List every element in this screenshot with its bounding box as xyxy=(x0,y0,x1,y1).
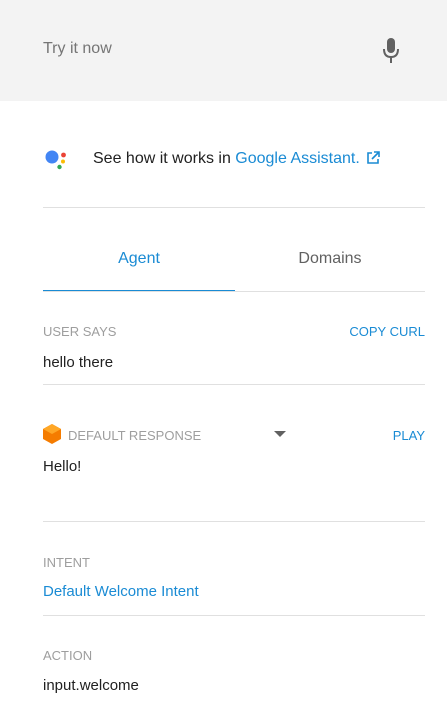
action-label: ACTION xyxy=(43,648,93,663)
tabs-divider xyxy=(43,291,425,292)
copy-curl-button[interactable]: COPY CURL xyxy=(349,324,425,339)
divider xyxy=(43,207,425,208)
action-value: input.welcome xyxy=(43,677,139,694)
tab-agent[interactable]: Agent xyxy=(43,250,235,268)
divider xyxy=(43,521,425,522)
response-cube-icon xyxy=(43,424,61,444)
chevron-down-icon[interactable] xyxy=(274,431,286,437)
assistant-promo: See how it works in Google Assistant. xyxy=(43,146,433,176)
divider xyxy=(43,384,425,385)
assistant-promo-prefix: See how it works in xyxy=(93,150,236,167)
google-assistant-logo-icon xyxy=(45,150,66,170)
default-response-label: DEFAULT RESPONSE xyxy=(68,428,202,443)
user-says-value: hello there xyxy=(43,354,114,371)
play-button[interactable]: PLAY xyxy=(393,428,425,443)
intent-link[interactable]: Default Welcome Intent xyxy=(43,583,199,600)
default-response-value: Hello! xyxy=(43,458,82,475)
try-it-now-input[interactable] xyxy=(43,40,343,58)
external-link-icon[interactable] xyxy=(366,151,380,165)
tab-domains[interactable]: Domains xyxy=(235,250,425,268)
google-assistant-link[interactable]: Google Assistant. xyxy=(235,150,360,167)
intent-label: INTENT xyxy=(43,555,90,570)
user-says-label: USER SAYS xyxy=(43,324,117,339)
try-it-now-bar xyxy=(0,0,447,101)
divider xyxy=(43,615,425,616)
mic-icon[interactable] xyxy=(383,38,399,64)
assistant-promo-text: See how it works in Google Assistant. xyxy=(93,150,380,168)
